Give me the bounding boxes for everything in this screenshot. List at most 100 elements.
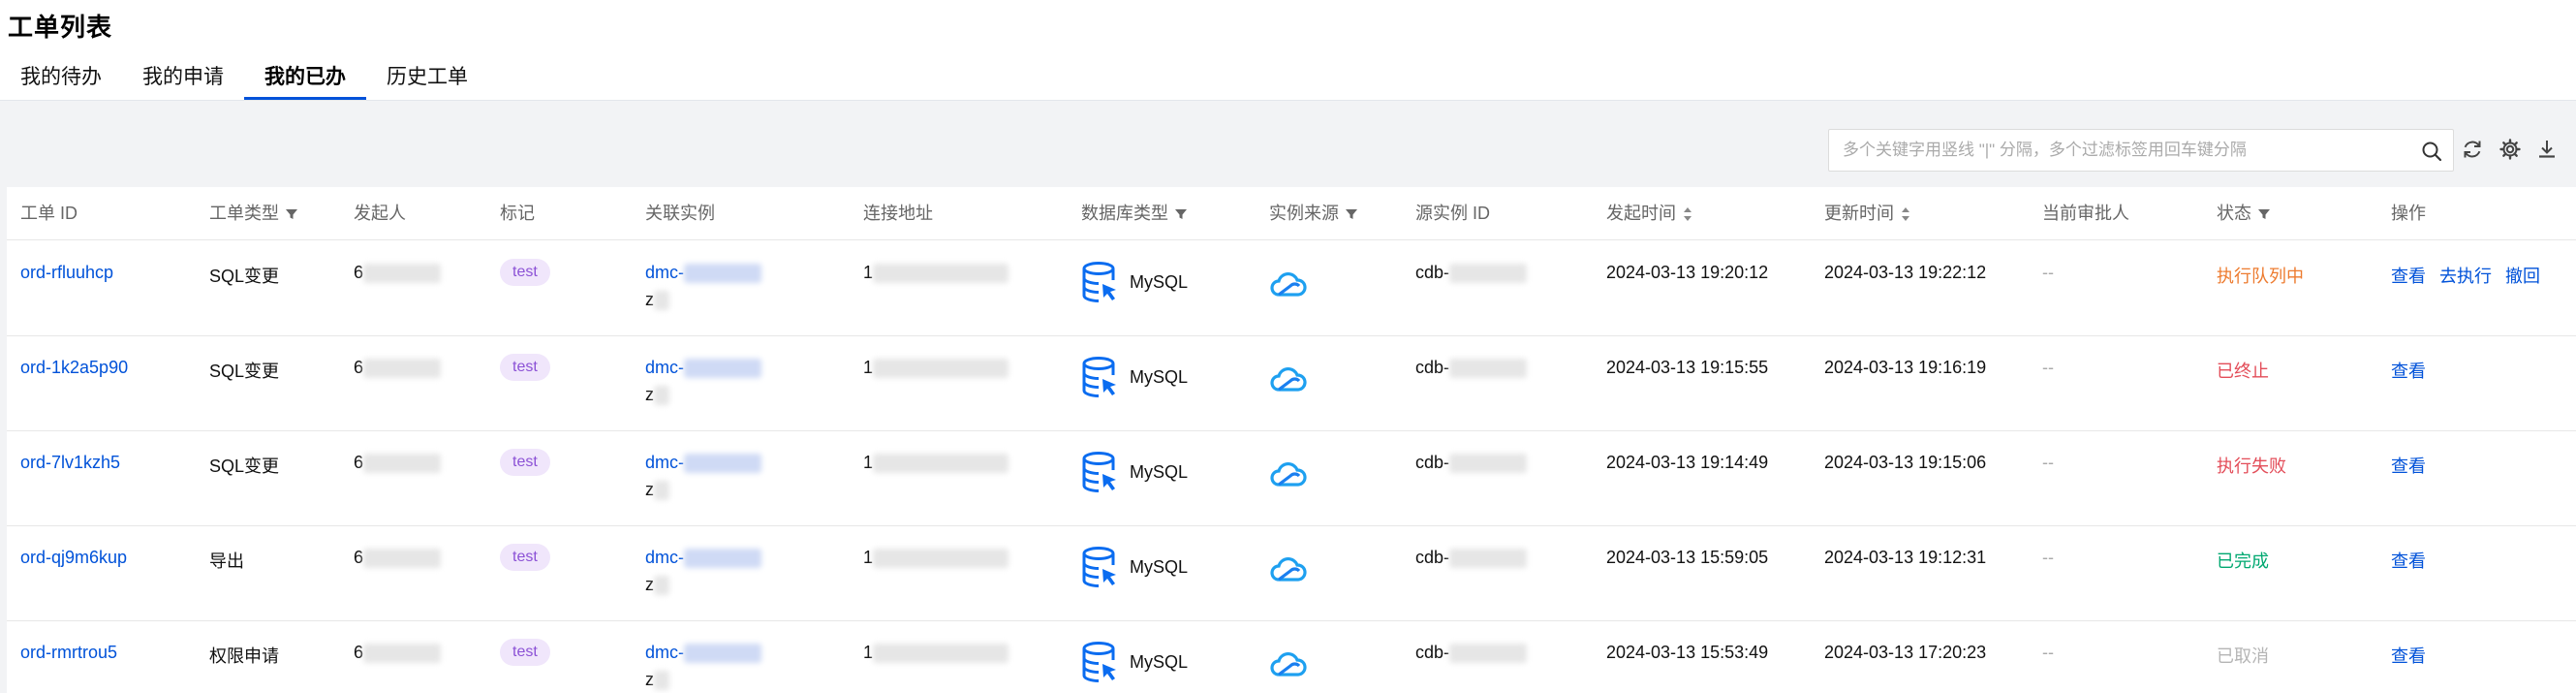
col-updated-time: 更新时间 [1824, 187, 1911, 240]
download-icon[interactable] [2535, 138, 2559, 161]
approver: -- [2042, 643, 2054, 662]
cloud-icon [1270, 461, 1307, 487]
redacted [654, 576, 669, 596]
tag-cell: test [500, 259, 550, 286]
col-actions: 操作 [2391, 204, 2426, 223]
ticket-id-link[interactable]: ord-rmrtrou5 [20, 643, 117, 663]
db-type: MySQL [1081, 451, 1188, 493]
sort-icon[interactable] [1682, 206, 1693, 222]
row-actions: 查看 去执行 撤回 [2391, 263, 2554, 288]
refresh-icon[interactable] [2461, 138, 2484, 161]
updated-time: 2024-03-13 19:16:19 [1824, 358, 1987, 377]
approver: -- [2042, 263, 2054, 282]
search-box[interactable] [1828, 129, 2454, 172]
redacted [684, 359, 761, 379]
updated-time: 2024-03-13 17:20:23 [1824, 643, 1987, 662]
instance-link[interactable]: dmc- [645, 358, 684, 377]
initiator: 6 [354, 263, 442, 284]
tab-my-applications[interactable]: 我的申请 [122, 60, 244, 99]
redacted [1449, 644, 1528, 664]
action-view-button[interactable]: 查看 [2391, 457, 2426, 476]
col-tag: 标记 [500, 204, 535, 223]
instance-subline: z [645, 480, 669, 501]
search-input[interactable] [1843, 130, 2405, 171]
action-withdraw-button[interactable]: 撤回 [2505, 267, 2540, 286]
instance-link[interactable]: dmc- [645, 548, 684, 567]
redacted [873, 359, 1009, 379]
action-execute-button[interactable]: 去执行 [2439, 267, 2492, 286]
created-time: 2024-03-13 19:15:55 [1606, 358, 1769, 377]
tab-my-todo[interactable]: 我的待办 [0, 60, 122, 99]
cloud-icon [1270, 366, 1307, 392]
database-icon [1082, 262, 1116, 302]
database-icon [1082, 642, 1116, 682]
col-instance-source: 实例来源 [1269, 187, 1358, 240]
page-title: 工单列表 [8, 13, 113, 42]
initiator: 6 [354, 358, 442, 379]
col-status: 状态 [2217, 187, 2271, 240]
updated-time: 2024-03-13 19:12:31 [1824, 548, 1987, 567]
instance-link[interactable]: dmc- [645, 263, 684, 282]
action-view-button[interactable]: 查看 [2391, 551, 2426, 571]
redacted [873, 644, 1009, 664]
ticket-type: SQL变更 [209, 457, 280, 476]
filter-icon[interactable] [1345, 207, 1358, 221]
status-text: 已取消 [2217, 646, 2269, 666]
filter-icon[interactable] [285, 207, 298, 221]
action-view-button[interactable]: 查看 [2391, 362, 2426, 381]
redacted [363, 549, 442, 569]
table-row: ord-qj9m6kup 导出 6 test dmc-z 1 MySQL cdb- 2024-0… [7, 526, 2576, 621]
instance-link[interactable]: dmc- [645, 643, 684, 662]
tab-bar: 我的待办 我的申请 我的已办 历史工单 [0, 60, 488, 101]
tag-badge: test [500, 259, 550, 286]
redacted [873, 549, 1009, 569]
action-view-button[interactable]: 查看 [2391, 646, 2426, 666]
instance-subline: z [645, 290, 669, 311]
redacted [684, 644, 761, 664]
tag-cell: test [500, 449, 550, 476]
ticket-id-link[interactable]: ord-7lv1kzh5 [20, 453, 120, 473]
col-db-type: 数据库类型 [1081, 187, 1188, 240]
filter-icon[interactable] [2257, 207, 2271, 221]
initiator: 6 [354, 643, 442, 664]
ticket-type: SQL变更 [209, 267, 280, 286]
instance-subline: z [645, 670, 669, 691]
ticket-id-link[interactable]: ord-qj9m6kup [20, 548, 127, 568]
cloud-icon [1270, 271, 1307, 297]
instance-link[interactable]: dmc- [645, 453, 684, 472]
col-ticket-id: 工单 ID [20, 204, 78, 223]
source-instance-id: cdb- [1415, 358, 1528, 379]
ticket-id-link[interactable]: ord-rfluuhcp [20, 263, 113, 283]
tab-history[interactable]: 历史工单 [366, 60, 488, 99]
redacted [1449, 359, 1528, 379]
db-type: MySQL [1081, 261, 1188, 303]
approver: -- [2042, 453, 2054, 472]
cloud-icon [1270, 556, 1307, 582]
redacted [363, 644, 442, 664]
redacted [363, 359, 442, 379]
tag-cell: test [500, 544, 550, 571]
connection-address: 1 [863, 548, 1009, 569]
redacted [654, 481, 669, 501]
source-instance-id: cdb- [1415, 643, 1528, 664]
db-type: MySQL [1081, 641, 1188, 683]
search-icon[interactable] [2420, 140, 2443, 163]
ticket-type: 权限申请 [209, 646, 279, 666]
source-instance-id: cdb- [1415, 548, 1528, 569]
filter-icon[interactable] [1174, 207, 1188, 221]
sort-icon[interactable] [1900, 206, 1911, 222]
created-time: 2024-03-13 19:14:49 [1606, 453, 1769, 472]
action-view-button[interactable]: 查看 [2391, 267, 2426, 286]
redacted [654, 291, 669, 311]
instance-cell: dmc- [645, 548, 761, 569]
table-row: ord-rfluuhcp SQL变更 6 test dmc-z 1 MySQL cdb- 202… [7, 241, 2576, 336]
ticket-id-link[interactable]: ord-1k2a5p90 [20, 358, 128, 378]
tag-badge: test [500, 449, 550, 476]
instance-source [1269, 270, 1308, 304]
ticket-type: SQL变更 [209, 362, 280, 381]
redacted [363, 454, 442, 474]
settings-icon[interactable] [2498, 138, 2522, 161]
table-row: ord-1k2a5p90 SQL变更 6 test dmc-z 1 MySQL cdb- 202… [7, 336, 2576, 431]
updated-time: 2024-03-13 19:22:12 [1824, 263, 1987, 282]
tab-my-done[interactable]: 我的已办 [244, 60, 366, 100]
